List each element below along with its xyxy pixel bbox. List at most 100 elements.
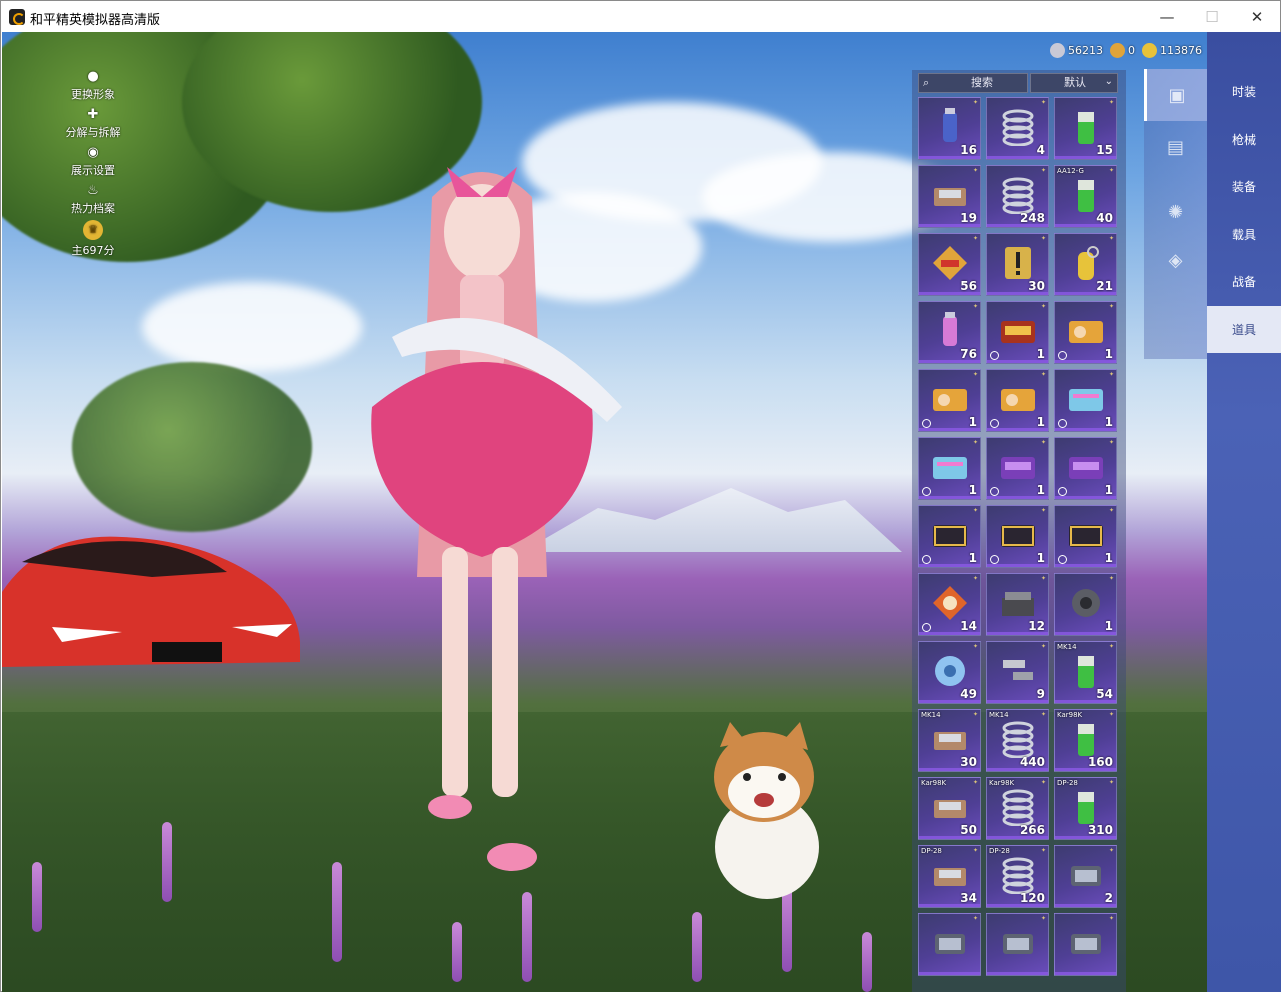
rarity-mark: ✦	[1108, 779, 1114, 786]
item-count: 12	[1028, 619, 1045, 633]
inventory-item[interactable]: ✦ AA12-G 40	[1054, 165, 1117, 228]
inventory-item[interactable]: ✦ 1	[986, 369, 1049, 432]
heat-profile-button[interactable]: ♨ 热力档案	[58, 184, 128, 216]
inventory-item[interactable]: ✦ 1	[1054, 301, 1117, 364]
inventory-item[interactable]: ✦	[1054, 913, 1117, 976]
nav-fashion[interactable]: 时装	[1207, 68, 1281, 115]
inventory-item[interactable]: ✦ DP-28 120	[986, 845, 1049, 908]
item-count: 120	[1019, 891, 1045, 905]
inventory-item[interactable]: ✦ 21	[1054, 233, 1117, 296]
lavender-flower	[692, 912, 702, 982]
lavender-flower	[862, 932, 872, 992]
item-count: 1	[1036, 551, 1045, 565]
inventory-item[interactable]: ✦ DP-28 34	[918, 845, 981, 908]
nav-war-prep[interactable]: 战备	[1207, 258, 1281, 305]
item-count: 1	[968, 551, 977, 565]
item-art	[1002, 789, 1034, 826]
nav-firearms[interactable]: 枪械	[1207, 116, 1281, 163]
burst-icon[interactable]: ✺	[1144, 186, 1207, 238]
inventory-item[interactable]: ✦ 1	[918, 369, 981, 432]
item-weapon-label: AA12-G	[1057, 167, 1084, 175]
item-count: 1	[968, 483, 977, 497]
inventory-item[interactable]: ✦ 1	[986, 301, 1049, 364]
item-art	[1002, 177, 1034, 214]
rarity-mark: ✦	[1108, 575, 1114, 582]
timer-icon	[990, 419, 999, 428]
close-window-button[interactable]: ✕	[1234, 1, 1280, 32]
rarity-mark: ✦	[1040, 915, 1046, 922]
search-input[interactable]: ⌕ 搜索	[918, 73, 1028, 93]
inventory-item[interactable]: ✦ 1	[1054, 573, 1117, 636]
item-art	[1071, 934, 1101, 954]
inventory-item[interactable]: ✦ 15	[1054, 97, 1117, 160]
inventory-item[interactable]: ✦ MK14 54	[1054, 641, 1117, 704]
inventory-item[interactable]: ✦ DP-28 310	[1054, 777, 1117, 840]
card-icon[interactable]: ▣	[1144, 69, 1207, 121]
inventory-item[interactable]: ✦	[986, 913, 1049, 976]
inventory-panel: ⌕ 搜索 默认 ⌄ ✦ 16 ✦ 4 ✦ 15 ✦ 19 ✦ 248 ✦ AA12-G 40 ✦ 56 ✦ 30…	[912, 70, 1126, 992]
inventory-item[interactable]: ✦ 1	[986, 505, 1049, 568]
rarity-mark: ✦	[972, 371, 978, 378]
inventory-item[interactable]: ✦ 1	[1054, 437, 1117, 500]
item-count: 9	[1036, 687, 1045, 701]
rarity-mark: ✦	[1108, 439, 1114, 446]
inventory-item[interactable]: ✦ 1	[1054, 369, 1117, 432]
inventory-item[interactable]: ✦ 4	[986, 97, 1049, 160]
ticket-icon[interactable]: ◈	[1144, 234, 1207, 286]
display-settings-button[interactable]: ◉ 展示设置	[58, 146, 128, 178]
inventory-item[interactable]: ✦ 248	[986, 165, 1049, 228]
inventory-item[interactable]: ✦ 76	[918, 301, 981, 364]
inventory-item[interactable]: ✦ MK14 440	[986, 709, 1049, 772]
inventory-item[interactable]: ✦ 19	[918, 165, 981, 228]
item-count: 40	[1096, 211, 1113, 225]
item-art	[1002, 857, 1034, 894]
eye-icon: ◉	[87, 145, 99, 160]
inventory-item[interactable]: ✦ Kar98K 266	[986, 777, 1049, 840]
timer-icon	[922, 419, 931, 428]
decompose-button[interactable]: ✚ 分解与拆解	[58, 108, 128, 140]
inventory-item[interactable]: ✦ 14	[918, 573, 981, 636]
item-art	[935, 934, 965, 954]
inventory-item[interactable]: ✦ 1	[918, 437, 981, 500]
inventory-item[interactable]: ✦	[918, 913, 981, 976]
timer-icon	[922, 623, 931, 632]
item-art	[1003, 934, 1033, 954]
inventory-item[interactable]: ✦ 30	[986, 233, 1049, 296]
inventory-item[interactable]: ✦ Kar98K 160	[1054, 709, 1117, 772]
item-count: 1	[1104, 551, 1113, 565]
inventory-item[interactable]: ✦ 56	[918, 233, 981, 296]
chest-icon[interactable]: ▤	[1144, 121, 1207, 173]
sort-dropdown[interactable]: 默认 ⌄	[1030, 73, 1118, 93]
item-count: 1	[1036, 415, 1045, 429]
item-weapon-label: Kar98K	[1057, 711, 1083, 719]
item-art	[1071, 866, 1101, 886]
rank-badge-button[interactable]: ♛ 主697分	[58, 220, 128, 258]
menu-label: 展示设置	[71, 164, 115, 177]
nav-equipment[interactable]: 装备	[1207, 163, 1281, 210]
rank-score: 主697分	[71, 244, 115, 257]
inventory-item[interactable]: ✦ MK14 30	[918, 709, 981, 772]
inventory-item[interactable]: ✦ 1	[918, 505, 981, 568]
nav-vehicles[interactable]: 载具	[1207, 211, 1281, 258]
item-count: 1	[1104, 483, 1113, 497]
inventory-item[interactable]: ✦ Kar98K 50	[918, 777, 981, 840]
inventory-item[interactable]: ✦ 9	[986, 641, 1049, 704]
inventory-item[interactable]: ✦ 1	[986, 437, 1049, 500]
inventory-item[interactable]: ✦ 2	[1054, 845, 1117, 908]
timer-icon	[922, 555, 931, 564]
inventory-item[interactable]: ✦ 1	[1054, 505, 1117, 568]
tree-canopy	[72, 362, 312, 532]
item-art	[1002, 109, 1034, 146]
minimize-button[interactable]: —	[1144, 1, 1190, 32]
maximize-button[interactable]: ☐	[1189, 1, 1235, 32]
inventory-item[interactable]: ✦ 49	[918, 641, 981, 704]
change-appearance-button[interactable]: ● 更换形象	[58, 70, 128, 102]
lavender-flower	[452, 922, 462, 982]
inventory-item[interactable]: ✦ 12	[986, 573, 1049, 636]
inventory-item[interactable]: ✦ 16	[918, 97, 981, 160]
nav-items[interactable]: 道具	[1207, 306, 1281, 353]
app-logo-icon	[9, 9, 25, 25]
item-count: 50	[960, 823, 977, 837]
item-weapon-label: DP-28	[989, 847, 1010, 855]
rarity-mark: ✦	[1040, 779, 1046, 786]
